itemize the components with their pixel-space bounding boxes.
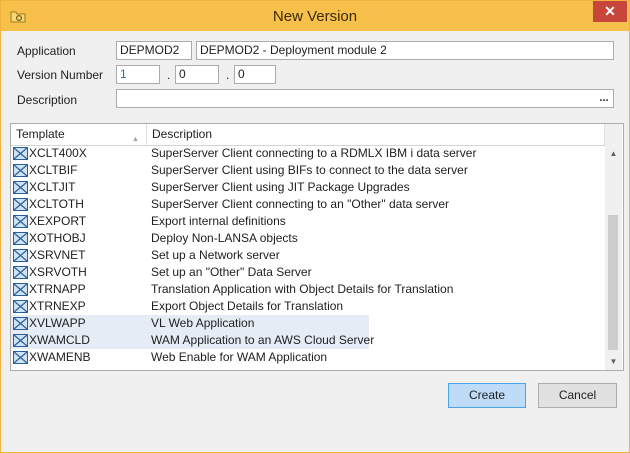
template-image-icon	[13, 198, 28, 211]
description-cell: SuperServer Client using BIFs to connect…	[151, 163, 468, 177]
description-label: Description	[17, 93, 78, 107]
template-image-icon	[13, 249, 28, 262]
template-cell: XEXPORT	[29, 214, 87, 228]
column-header-label: Template	[16, 127, 65, 141]
new-version-dialog: New Version ✕ Application DEPMOD2 DEPMOD…	[0, 0, 630, 453]
template-image-icon	[13, 181, 28, 194]
table-row[interactable]: XCLTOTH SuperServer Client connecting to …	[11, 196, 605, 213]
description-cell: SuperServer Client using JIT Package Upg…	[151, 180, 410, 194]
version-minor-field[interactable]: 0	[175, 65, 219, 84]
column-header-description[interactable]: Description	[147, 124, 605, 145]
table-row[interactable]: XTRNEXP Export Object Details for Transla…	[11, 298, 605, 315]
template-grid: Template ▲ Description XCLT400X SuperServ…	[10, 123, 624, 371]
description-cell: SuperServer Client connecting to a RDMLX…	[151, 146, 477, 160]
template-image-icon	[13, 215, 28, 228]
title-bar[interactable]: New Version ✕	[1, 1, 629, 31]
grid-header: Template ▲ Description	[11, 124, 605, 146]
description-cell: Export internal definitions	[151, 214, 286, 228]
browse-description-button[interactable]: ...	[597, 93, 611, 107]
template-image-icon	[13, 266, 28, 279]
scroll-up-button[interactable]: ▲	[605, 145, 622, 162]
template-image-icon	[13, 164, 28, 177]
scroll-down-button[interactable]: ▼	[605, 353, 622, 370]
vertical-scrollbar[interactable]: ▲ ▼	[605, 124, 622, 370]
table-row[interactable]: XWAMCLD WAM Application to an AWS Cloud S…	[11, 332, 605, 349]
template-cell: XCLTBIF	[29, 163, 78, 177]
scroll-thumb[interactable]	[608, 215, 618, 350]
dialog-title: New Version	[272, 8, 358, 25]
table-row[interactable]: XEXPORT Export internal definitions	[11, 213, 605, 230]
table-row[interactable]: XCLT400X SuperServer Client connecting to…	[11, 145, 605, 162]
template-cell: XTRNEXP	[29, 299, 86, 313]
application-description-field[interactable]: DEPMOD2 - Deployment module 2	[196, 41, 614, 60]
description-cell: Deploy Non-LANSA objects	[151, 231, 298, 245]
table-row[interactable]: XCLTBIF SuperServer Client using BIFs to …	[11, 162, 605, 179]
description-cell: SuperServer Client connecting to an "Oth…	[151, 197, 450, 211]
description-cell: Set up an "Other" Data Server	[151, 265, 312, 279]
table-row[interactable]: XSRVOTH Set up an "Other" Data Server	[11, 264, 605, 281]
template-image-icon	[13, 351, 28, 364]
template-cell: XWAMCLD	[29, 333, 90, 347]
table-row[interactable]: XCLTJIT SuperServer Client using JIT Pack…	[11, 179, 605, 196]
template-cell: XSRVNET	[29, 248, 86, 262]
table-row[interactable]: XWAMENB Web Enable for WAM Application	[11, 349, 605, 366]
description-field[interactable]	[116, 89, 614, 108]
template-cell: XCLTOTH	[29, 197, 84, 211]
description-cell: WAM Application to an AWS Cloud Server	[151, 333, 375, 347]
application-label: Application	[17, 44, 76, 58]
close-button[interactable]: ✕	[593, 1, 627, 22]
template-image-icon	[13, 283, 28, 296]
version-number-label: Version Number	[17, 68, 104, 82]
description-cell: Translation Application with Object Deta…	[151, 282, 454, 296]
application-code-field[interactable]: DEPMOD2	[116, 41, 192, 60]
template-cell: XCLT400X	[29, 146, 87, 160]
column-header-template[interactable]: Template ▲	[11, 124, 147, 145]
table-row[interactable]: XSRVNET Set up a Network server	[11, 247, 605, 264]
template-cell: XTRNAPP	[29, 282, 86, 296]
description-cell: VL Web Application	[151, 316, 255, 330]
description-cell: Set up a Network server	[151, 248, 280, 262]
template-cell: XWAMENB	[29, 350, 91, 364]
version-separator: .	[167, 68, 171, 82]
template-image-icon	[13, 147, 28, 160]
table-row[interactable]: XVLWAPP VL Web Application	[11, 315, 605, 332]
template-image-icon	[13, 334, 28, 347]
version-major-field[interactable]: 1	[116, 65, 160, 84]
version-patch-field[interactable]: 0	[234, 65, 276, 84]
create-button[interactable]: Create	[448, 383, 526, 408]
cancel-button[interactable]: Cancel	[538, 383, 617, 408]
template-image-icon	[13, 300, 28, 313]
table-row[interactable]: XTRNAPP Translation Application with Obje…	[11, 281, 605, 298]
version-separator: .	[226, 68, 230, 82]
template-image-icon	[13, 317, 28, 330]
template-cell: XSRVOTH	[29, 265, 87, 279]
template-cell: XCLTJIT	[29, 180, 76, 194]
description-cell: Export Object Details for Translation	[151, 299, 344, 313]
template-cell: XVLWAPP	[29, 316, 86, 330]
description-cell: Web Enable for WAM Application	[151, 350, 328, 364]
template-image-icon	[13, 232, 28, 245]
table-row[interactable]: XOTHOBJ Deploy Non-LANSA objects	[11, 230, 605, 247]
template-cell: XOTHOBJ	[29, 231, 86, 245]
